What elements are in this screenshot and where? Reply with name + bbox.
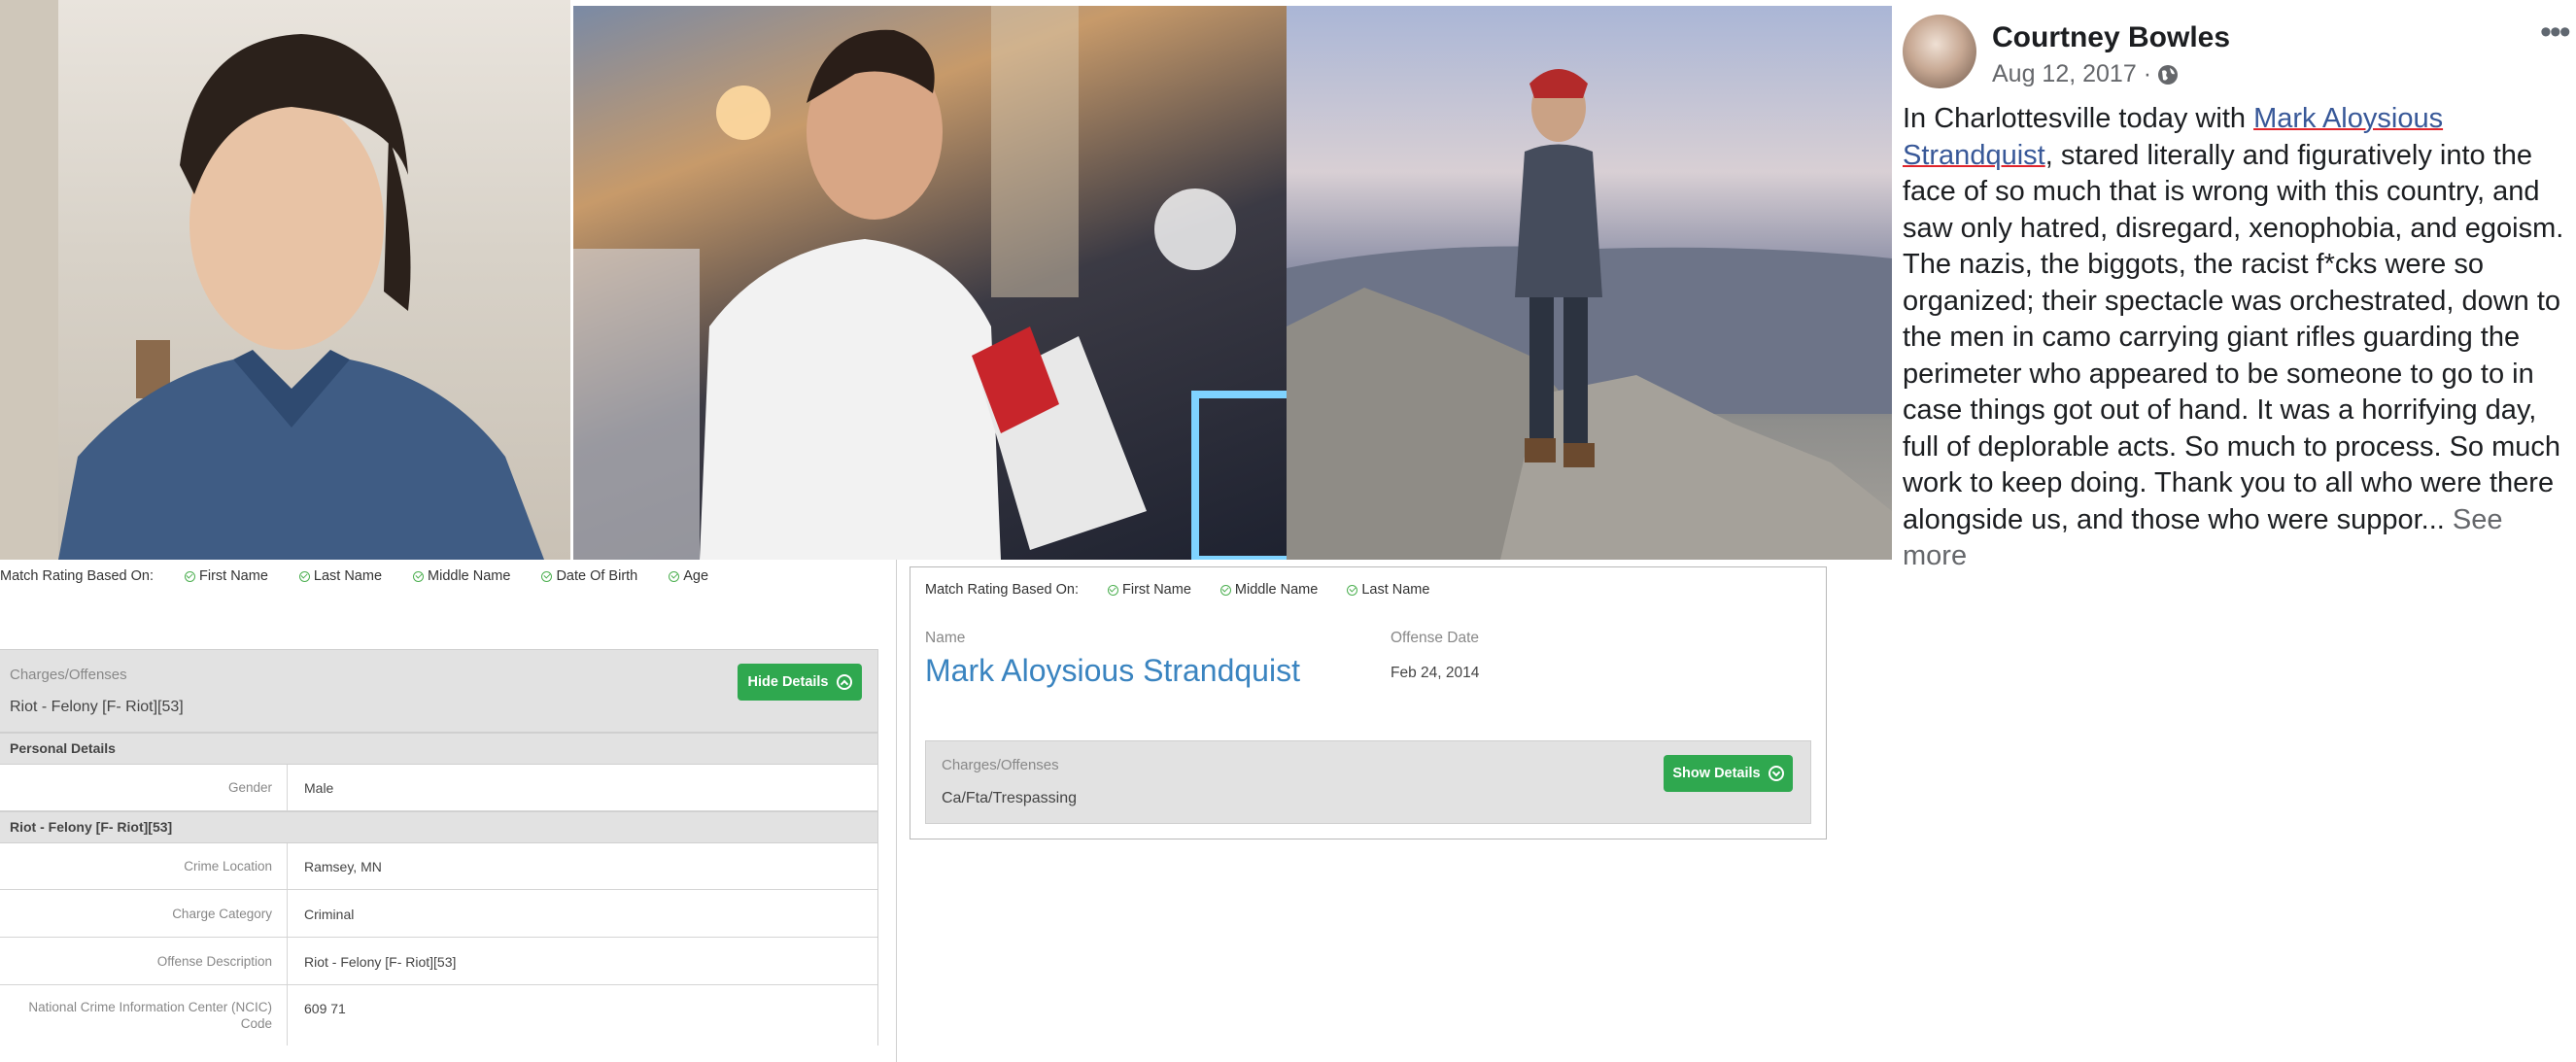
charges-box: Charges/Offenses Riot - Felony [F- Riot]… <box>0 649 877 733</box>
charges-value: Ca/Fta/Trespassing <box>942 790 1078 806</box>
record-card: Match Rating Based On: First Name Middle… <box>910 566 1827 839</box>
offense-heading: Riot - Felony [F- Riot][53] <box>0 811 877 843</box>
match-rating-label: Match Rating Based On: <box>0 568 154 584</box>
detail-row-ncic-code: National Crime Information Center (NCIC)… <box>0 985 877 1045</box>
megaphone-photo <box>573 6 1287 560</box>
portrait-photo <box>0 0 570 560</box>
detail-row-crime-location: Crime Location Ramsey, MN <box>0 843 877 890</box>
match-field-last-name: Last Name <box>298 568 382 584</box>
name-label: Name <box>925 630 966 646</box>
detail-label: Crime Location <box>184 859 272 874</box>
check-icon <box>184 570 195 582</box>
panel-divider <box>896 560 897 1062</box>
chevron-down-icon <box>1768 766 1784 781</box>
check-icon <box>413 570 425 582</box>
detail-row-charge-category: Charge Category Criminal <box>0 890 877 938</box>
match-field-first-name: First Name <box>184 568 268 584</box>
detail-row-gender: Gender Male <box>0 765 877 811</box>
offense-date-value: Feb 24, 2014 <box>1391 665 1480 681</box>
detail-value: Riot - Felony [F- Riot][53] <box>304 954 457 970</box>
check-icon <box>298 570 310 582</box>
match-field-dob: Date Of Birth <box>541 568 637 584</box>
post-date-text: Aug 12, 2017 · <box>1992 60 2152 87</box>
detail-value: 609 71 <box>304 1001 346 1016</box>
check-icon <box>1347 584 1358 596</box>
detail-label: National Crime Information Center (NCIC)… <box>28 1000 272 1031</box>
offense-date-label: Offense Date <box>1391 630 1480 646</box>
match-field-last-name: Last Name <box>1347 582 1429 598</box>
match-field-middle-name: Middle Name <box>413 568 510 584</box>
post-text: In Charlottesville today with Mark Aloys… <box>1903 101 2573 575</box>
detail-value: Criminal <box>304 907 355 922</box>
detail-label: Gender <box>227 780 272 795</box>
check-icon <box>1219 584 1231 596</box>
hide-details-label: Hide Details <box>747 674 829 690</box>
detail-value: Ramsey, MN <box>304 859 382 874</box>
charges-label: Charges/Offenses <box>10 667 127 683</box>
detail-value: Male <box>304 780 334 796</box>
match-rating-label: Match Rating Based On: <box>925 582 1079 598</box>
post-date[interactable]: Aug 12, 2017 · <box>1992 60 2179 88</box>
detail-label: Charge Category <box>172 907 272 921</box>
mountain-photo <box>1287 6 1892 560</box>
detail-row-offense-description: Offense Description Riot - Felony [F- Ri… <box>0 938 877 985</box>
chevron-up-icon <box>836 674 852 690</box>
match-rating-bar: Match Rating Based On: First Name Middle… <box>925 582 1429 598</box>
match-field-age: Age <box>669 568 708 584</box>
match-field-first-name: First Name <box>1107 582 1191 598</box>
detail-label: Offense Description <box>156 954 272 969</box>
globe-icon <box>2158 64 2179 85</box>
avatar[interactable] <box>1903 15 1976 88</box>
panel-border <box>877 649 878 1045</box>
personal-details-heading: Personal Details <box>0 733 877 765</box>
check-icon <box>541 570 553 582</box>
charges-box: Charges/Offenses Ca/Fta/Trespassing Show… <box>925 740 1811 824</box>
record-name[interactable]: Mark Aloysious Strandquist <box>925 653 1300 689</box>
hide-details-button[interactable]: Hide Details <box>738 664 862 701</box>
post-text-after: , stared literally and figuratively into… <box>1903 139 2564 535</box>
check-icon <box>1107 584 1118 596</box>
match-field-middle-name: Middle Name <box>1219 582 1318 598</box>
show-details-label: Show Details <box>1672 766 1761 781</box>
charges-label: Charges/Offenses <box>942 757 1059 773</box>
ellipsis-icon[interactable]: ••• <box>2540 14 2571 51</box>
post-text-before: In Charlottesville today with <box>1903 103 2254 134</box>
check-icon <box>669 570 680 582</box>
post-author-name[interactable]: Courtney Bowles <box>1992 21 2230 54</box>
match-rating-bar: Match Rating Based On: First Name Last N… <box>0 568 708 584</box>
show-details-button[interactable]: Show Details <box>1664 755 1793 792</box>
charges-value: Riot - Felony [F- Riot][53] <box>10 699 184 715</box>
